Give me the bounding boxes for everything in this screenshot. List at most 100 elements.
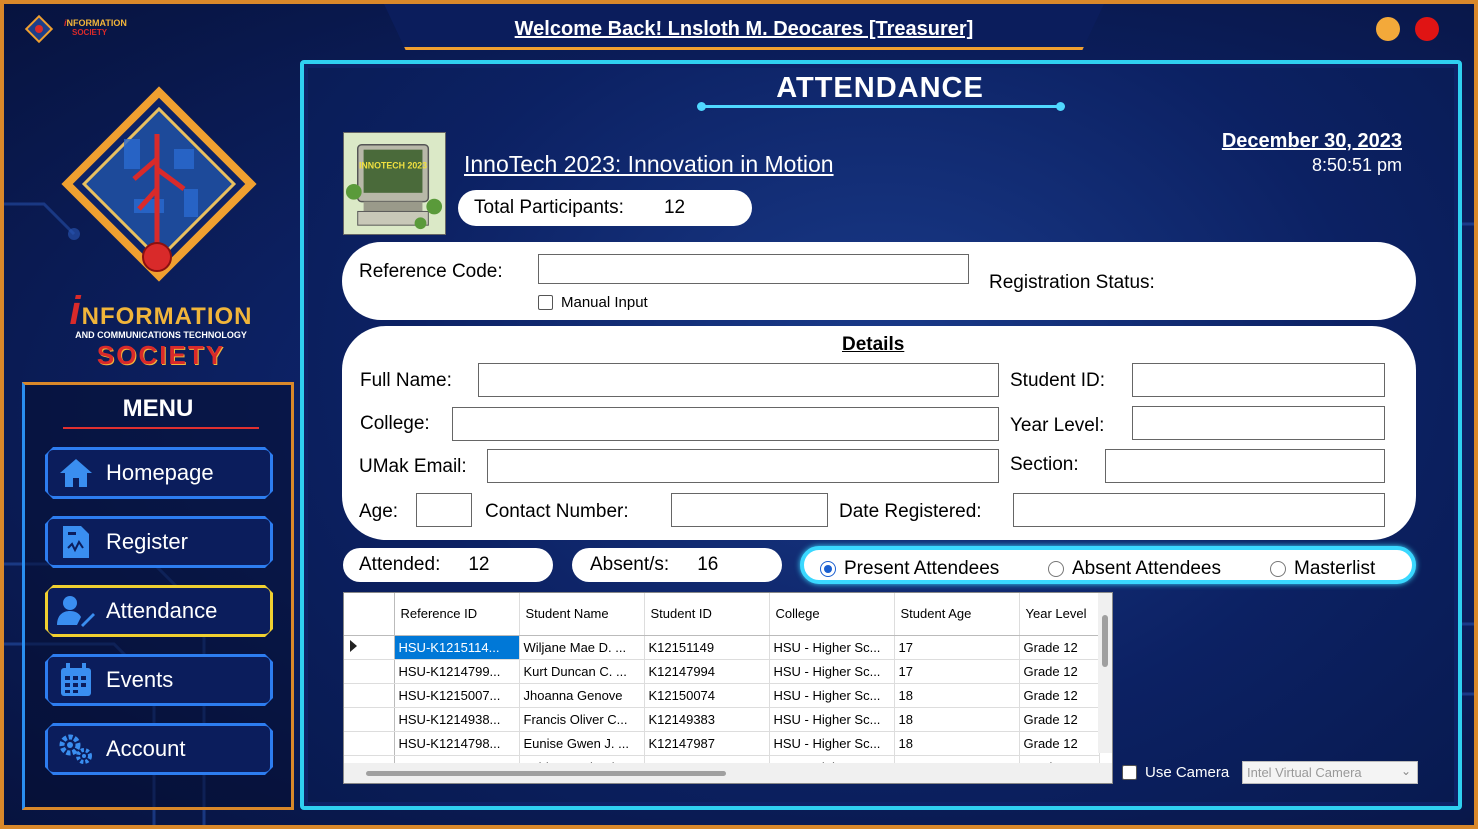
reference-code-input[interactable] [538,254,969,284]
row-selector[interactable] [344,683,395,708]
table-cell[interactable]: Wiljane Mae D. ... [519,635,645,660]
table-cell[interactable]: HSU - Higher Sc... [769,731,895,756]
table-row[interactable]: HSU-K1214798... Eunise Gwen J. ... K1214… [344,731,1100,756]
contact-number-field[interactable] [671,493,828,527]
menu-item-events[interactable]: Events [45,654,273,706]
column-header[interactable]: Student Name [519,593,645,636]
table-cell[interactable]: HSU - Higher Sc... [769,707,895,732]
row-selector[interactable] [344,659,395,684]
student-id-label: Student ID: [1010,370,1106,391]
welcome-message: Welcome Back! Lnsloth M. Deocares [Treas… [514,18,974,40]
event-thumbnail: INNOTECH 2023 [343,132,446,235]
grid-vertical-scrollbar[interactable] [1098,593,1112,753]
menu-item-account[interactable]: Account [45,723,273,775]
minimize-button[interactable] [1376,17,1400,41]
table-cell[interactable]: 17 [894,635,1020,660]
table-cell[interactable]: K12147987 [644,731,770,756]
current-time: 8:50:51 pm [1311,155,1402,175]
absent-value: 16 [697,554,719,575]
table-cell[interactable]: K12147994 [644,659,770,684]
manual-input-checkbox[interactable]: Manual Input [538,294,648,311]
manual-input-check-box[interactable] [538,295,553,310]
column-header[interactable]: Reference ID [394,593,520,636]
email-field[interactable] [487,449,999,483]
column-header[interactable]: College [769,593,895,636]
column-header[interactable]: Student Age [894,593,1020,636]
table-row[interactable]: HSU-K1214799... Kurt Duncan C. ... K1214… [344,659,1100,684]
scrollbar-thumb[interactable] [366,771,726,776]
home-icon [56,455,96,491]
age-label: Age: [359,501,399,522]
date-registered-field[interactable] [1013,493,1385,527]
menu-item-register[interactable]: Register [45,516,273,568]
table-cell[interactable]: HSU-K1215007... [394,683,520,708]
use-camera-checkbox[interactable]: Use Camera [1122,764,1229,781]
app-logo-icon [24,14,54,44]
table-cell[interactable]: Eunise Gwen J. ... [519,731,645,756]
table-cell[interactable]: HSU - Higher Sc... [769,659,895,684]
table-cell[interactable]: HSU - Higher Sc... [769,683,895,708]
column-header[interactable]: Student ID [644,593,770,636]
year-level-field[interactable] [1132,406,1385,440]
row-selector[interactable] [344,731,395,756]
column-header[interactable]: Year Level [1019,593,1100,636]
full-name-field[interactable] [478,363,999,397]
registration-status-label: Registration Status: [989,272,1155,293]
menu-divider [63,427,259,429]
table-cell[interactable]: K12151149 [644,635,770,660]
scrollbar-thumb[interactable] [1102,615,1108,667]
close-button[interactable] [1415,17,1439,41]
table-cell[interactable]: HSU-K1214799... [394,659,520,684]
table-row[interactable]: HSU-K1215114... Wiljane Mae D. ... K1215… [344,635,1100,660]
table-cell[interactable]: 18 [894,707,1020,732]
table-cell[interactable]: Grade 12 [1019,683,1100,708]
use-camera-check-box[interactable] [1122,765,1137,780]
details-title: Details [842,334,905,355]
table-cell[interactable]: Grade 12 [1019,707,1100,732]
table-cell[interactable]: 17 [894,659,1020,684]
radio-dot-selected[interactable] [820,561,836,577]
table-cell[interactable]: Grade 12 [1019,659,1100,684]
college-field[interactable] [452,407,999,441]
table-cell[interactable]: Jhoanna Genove [519,683,645,708]
year-level-label: Year Level: [1010,415,1105,436]
absent-count-badge: Absent/s: 16 [572,548,782,582]
student-id-field[interactable] [1132,363,1385,397]
table-cell[interactable]: Kurt Duncan C. ... [519,659,645,684]
college-label: College: [360,413,430,434]
table-cell[interactable]: HSU - Higher Sc... [769,635,895,660]
table-row[interactable]: HSU-K1214938... Francis Oliver C... K121… [344,707,1100,732]
row-header-corner [344,593,395,636]
radio-absent-attendees[interactable]: Absent Attendees [1048,558,1221,580]
section-field[interactable] [1105,449,1385,483]
grid-horizontal-scrollbar[interactable] [344,763,1112,783]
table-cell[interactable]: Francis Oliver C... [519,707,645,732]
total-participants-value: 12 [663,197,686,218]
menu-item-homepage[interactable]: Homepage [45,447,273,499]
table-cell[interactable]: K12149383 [644,707,770,732]
table-row[interactable]: HSU-K1215007... Jhoanna Genove K12150074… [344,683,1100,708]
brand-small-text: NFORMATION [66,18,127,28]
table-cell[interactable]: HSU-K1214798... [394,731,520,756]
table-cell[interactable]: HSU-K1215114... [394,635,520,660]
row-selector[interactable] [344,635,395,660]
email-label: UMak Email: [359,456,467,477]
radio-present-attendees[interactable]: Present Attendees [820,558,999,580]
section-label: Section: [1010,454,1079,475]
table-cell[interactable]: Grade 12 [1019,635,1100,660]
attendance-grid[interactable]: Reference ID Student Name Student ID Col… [343,592,1113,784]
radio-dot[interactable] [1048,561,1064,577]
page-title: ATTENDANCE [776,72,984,104]
row-selector[interactable] [344,707,395,732]
menu-item-attendance[interactable]: Attendance [45,585,273,637]
table-cell[interactable]: HSU-K1214938... [394,707,520,732]
reference-code-label: Reference Code: [359,261,503,282]
radio-dot[interactable] [1270,561,1286,577]
table-cell[interactable]: 18 [894,731,1020,756]
table-cell[interactable]: Grade 12 [1019,731,1100,756]
table-cell[interactable]: K12150074 [644,683,770,708]
radio-masterlist[interactable]: Masterlist [1270,558,1375,580]
camera-device-select[interactable]: Intel Virtual Camera ⌄ [1242,761,1418,784]
age-field[interactable] [416,493,472,527]
table-cell[interactable]: 18 [894,683,1020,708]
